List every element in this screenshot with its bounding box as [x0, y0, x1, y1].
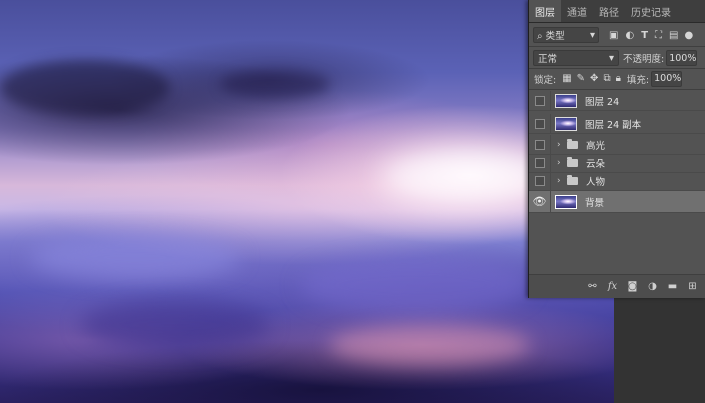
visibility-off-icon — [534, 139, 545, 150]
fill-label: 填充: — [626, 74, 650, 86]
visibility-toggle[interactable]: 👁︎ — [529, 191, 551, 212]
cloud-shape — [330, 325, 530, 365]
filter-row: ⌕ 类型 ▾ ▣ ◐ T ⛶ ▤ ● — [529, 25, 705, 45]
adjustment-filter-icon[interactable]: ◐ — [625, 30, 634, 41]
folder-icon — [567, 156, 578, 167]
search-icon: ⌕ — [537, 31, 543, 42]
workspace-background — [614, 298, 705, 403]
cloud-shape — [380, 150, 550, 205]
layer-name: 背景 — [585, 197, 605, 209]
tab-layers[interactable]: 图层 — [529, 0, 561, 22]
fx-icon[interactable]: fx — [607, 281, 618, 292]
tab-history[interactable]: 历史记录 — [625, 0, 677, 22]
new-group-icon[interactable]: ▬ — [667, 281, 678, 292]
visibility-off-icon — [534, 175, 545, 186]
cloud-shape — [300, 255, 530, 315]
chevron-right-icon[interactable]: › — [557, 176, 563, 186]
layer-row-selected[interactable]: 👁︎ 背景 — [529, 191, 705, 213]
layers-bottom-toolbar: ⚯ fx ◙ ◑ ▬ ⊞ — [529, 274, 705, 298]
visibility-off-icon — [534, 95, 545, 106]
link-icon[interactable]: ⚯ — [587, 281, 598, 292]
blend-mode-dropdown[interactable]: 正常 ▾ — [533, 50, 619, 66]
visibility-off-icon — [534, 118, 545, 129]
layer-thumbnail — [555, 116, 577, 131]
canvas-image — [0, 0, 614, 403]
opacity-value: 100% — [669, 52, 697, 64]
filter-kind-label: 类型 — [545, 31, 565, 42]
visibility-toggle[interactable] — [529, 171, 551, 190]
blend-row: 正常 ▾ 不透明度: 100% — [529, 48, 705, 68]
panel-tabs: 图层 通道 路径 历史记录 — [529, 0, 705, 23]
fill-input[interactable]: 100% — [651, 70, 683, 87]
opacity-input[interactable]: 100% — [666, 50, 698, 66]
lock-all-icon[interactable]: 🔒︎ — [616, 73, 621, 84]
tab-paths[interactable]: 路径 — [593, 0, 625, 22]
layer-thumbnail — [555, 93, 577, 108]
shape-filter-icon[interactable]: ⛶ — [655, 30, 662, 41]
cloud-shape — [220, 70, 330, 98]
cloud-shape — [0, 60, 170, 115]
chevron-right-icon[interactable]: › — [557, 158, 563, 168]
opacity-label: 不透明度: — [623, 54, 665, 65]
layer-name: 人物 — [586, 176, 606, 188]
smart-object-filter-icon[interactable]: ▤ — [669, 30, 678, 41]
visibility-toggle[interactable] — [529, 153, 551, 172]
lock-image-brush-icon[interactable]: ✎ — [577, 73, 585, 84]
tab-channels[interactable]: 通道 — [561, 0, 593, 22]
visibility-toggle[interactable] — [529, 114, 551, 133]
filter-toggle-icon[interactable]: ● — [684, 30, 693, 41]
chevron-down-icon: ▾ — [608, 52, 614, 64]
layer-group-row[interactable]: › 高光 — [529, 135, 705, 155]
lock-row: 锁定: ▦ ✎ ✥ ⧉ 🔒︎ 填充: 100% — [529, 69, 705, 88]
lock-artboard-icon[interactable]: ⧉ — [603, 73, 610, 84]
layer-thumbnail — [555, 194, 577, 209]
layer-group-row[interactable]: › 人物 — [529, 171, 705, 191]
cloud-shape — [80, 300, 270, 350]
eye-icon: 👁︎ — [532, 195, 547, 208]
layer-row[interactable]: 图层 24 — [529, 91, 705, 111]
visibility-off-icon — [534, 157, 545, 168]
filter-kind-dropdown[interactable]: ⌕ 类型 ▾ — [533, 27, 599, 43]
fill-value: 100% — [654, 73, 682, 84]
chevron-right-icon[interactable]: › — [557, 140, 563, 150]
lock-position-icon[interactable]: ✥ — [590, 73, 598, 84]
visibility-toggle[interactable] — [529, 135, 551, 154]
folder-icon — [567, 138, 578, 149]
lock-label: 锁定: — [534, 74, 557, 86]
layer-row[interactable]: 图层 24 副本 — [529, 114, 705, 134]
folder-icon — [567, 174, 578, 185]
layers-panel: 图层 通道 路径 历史记录 ⌕ 类型 ▾ ▣ ◐ T ⛶ ▤ ● 正常 ▾ 不透… — [528, 0, 705, 298]
type-filter-icon[interactable]: T — [641, 30, 648, 41]
divider — [529, 89, 705, 90]
adjustment-icon[interactable]: ◑ — [647, 281, 658, 292]
new-layer-icon[interactable]: ⊞ — [687, 281, 698, 292]
mask-icon[interactable]: ◙ — [627, 281, 638, 292]
visibility-toggle[interactable] — [529, 91, 551, 110]
layer-name: 图层 24 副本 — [585, 119, 642, 131]
layer-name: 图层 24 — [585, 96, 620, 108]
layer-group-row[interactable]: › 云朵 — [529, 153, 705, 173]
layer-name: 云朵 — [586, 158, 606, 170]
divider — [529, 46, 705, 47]
cloud-shape — [30, 235, 240, 280]
blend-mode-value: 正常 — [538, 54, 558, 65]
layer-name: 高光 — [586, 140, 606, 152]
chevron-down-icon: ▾ — [589, 29, 595, 41]
image-filter-icon[interactable]: ▣ — [609, 30, 618, 41]
lock-transparent-icon[interactable]: ▦ — [562, 73, 571, 84]
